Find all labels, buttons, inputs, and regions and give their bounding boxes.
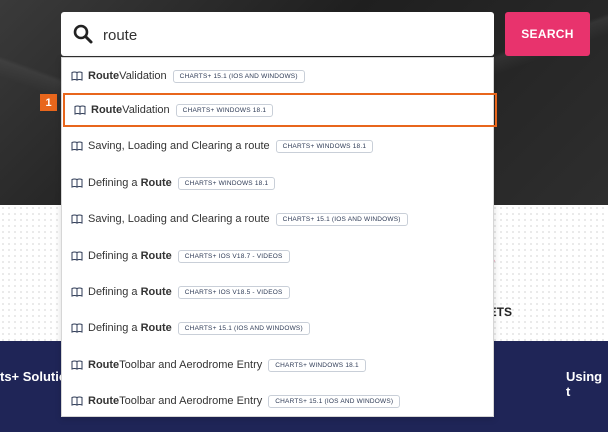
result-item[interactable]: Defining a Route CHARTS+ IOS V18.7 - VID… (62, 239, 493, 273)
result-tag: CHARTS+ WINDOWS 18.1 (268, 358, 366, 372)
result-title-match: Route (88, 70, 120, 82)
result-title-match: Route (140, 177, 172, 189)
result-title-match: Route (140, 286, 172, 298)
result-title-match: Route (91, 104, 123, 116)
result-tag: CHARTS+ IOS V18.5 - VIDEOS (177, 285, 290, 299)
result-tag: CHARTS+ WINDOWS 18.1 (177, 176, 276, 190)
result-title-rest: Validation (119, 70, 167, 82)
result-title-rest: Toolbar and Aerodrome Entry (119, 395, 263, 407)
result-title-prefix: Defining a (88, 250, 138, 262)
result-title-prefix: Defining a (88, 322, 138, 334)
result-item[interactable]: Route Toolbar and Aerodrome Entry CHARTS… (62, 348, 493, 382)
book-icon (71, 287, 83, 297)
book-icon (71, 71, 83, 81)
selection-marker: 1 (40, 94, 57, 111)
result-item[interactable]: Saving, Loading and Clearing a route CHA… (62, 129, 493, 163)
result-title-match: Route (140, 250, 172, 262)
result-tag: CHARTS+ WINDOWS 18.1 (175, 103, 274, 117)
footer-text-left: ts+ Solutio (0, 369, 67, 384)
result-title: Saving, Loading and Clearing a route (88, 140, 270, 152)
result-item[interactable]: Saving, Loading and Clearing a route CHA… (62, 202, 493, 236)
result-tag: CHARTS+ 15.1 (IOS AND WINDOWS) (172, 69, 305, 83)
search-icon (73, 24, 93, 44)
book-icon (71, 396, 83, 406)
book-icon (71, 214, 83, 224)
result-title-rest: Toolbar and Aerodrome Entry (119, 359, 263, 371)
footer-text-right: Using t (566, 369, 603, 399)
result-title-match: Route (140, 322, 172, 334)
book-icon (74, 105, 86, 115)
search-suggestions: Route Validation CHARTS+ 15.1 (IOS AND W… (61, 57, 497, 418)
result-tag: CHARTS+ WINDOWS 18.1 (275, 139, 374, 153)
result-item[interactable]: Route Validation CHARTS+ 15.1 (IOS AND W… (62, 59, 493, 93)
result-title-match: Route (88, 359, 120, 371)
result-item[interactable]: Route Toolbar and Aerodrome Entry CHARTS… (62, 384, 493, 418)
book-icon (71, 251, 83, 261)
result-title-match: Route (88, 395, 120, 407)
result-tag: CHARTS+ 15.1 (IOS AND WINDOWS) (275, 212, 408, 226)
result-title-prefix: Defining a (88, 286, 138, 298)
result-item-selected[interactable]: Route Validation CHARTS+ WINDOWS 18.1 (63, 93, 497, 127)
search-box[interactable] (61, 12, 494, 56)
result-title: Saving, Loading and Clearing a route (88, 213, 270, 225)
book-icon (71, 360, 83, 370)
book-icon (71, 178, 83, 188)
search-input[interactable] (101, 22, 485, 48)
result-title-prefix: Defining a (88, 177, 138, 189)
book-icon (71, 141, 83, 151)
result-item[interactable]: Defining a Route CHARTS+ IOS V18.5 - VID… (62, 275, 493, 309)
result-tag: CHARTS+ 15.1 (IOS AND WINDOWS) (268, 394, 401, 408)
book-icon (71, 323, 83, 333)
result-item[interactable]: Defining a Route CHARTS+ WINDOWS 18.1 (62, 166, 493, 200)
result-tag: CHARTS+ 15.1 (IOS AND WINDOWS) (177, 321, 310, 335)
search-button[interactable]: SEARCH (505, 12, 590, 56)
result-item[interactable]: Defining a Route CHARTS+ 15.1 (IOS AND W… (62, 311, 493, 345)
result-title-rest: Validation (122, 104, 170, 116)
result-tag: CHARTS+ IOS V18.7 - VIDEOS (177, 249, 290, 263)
